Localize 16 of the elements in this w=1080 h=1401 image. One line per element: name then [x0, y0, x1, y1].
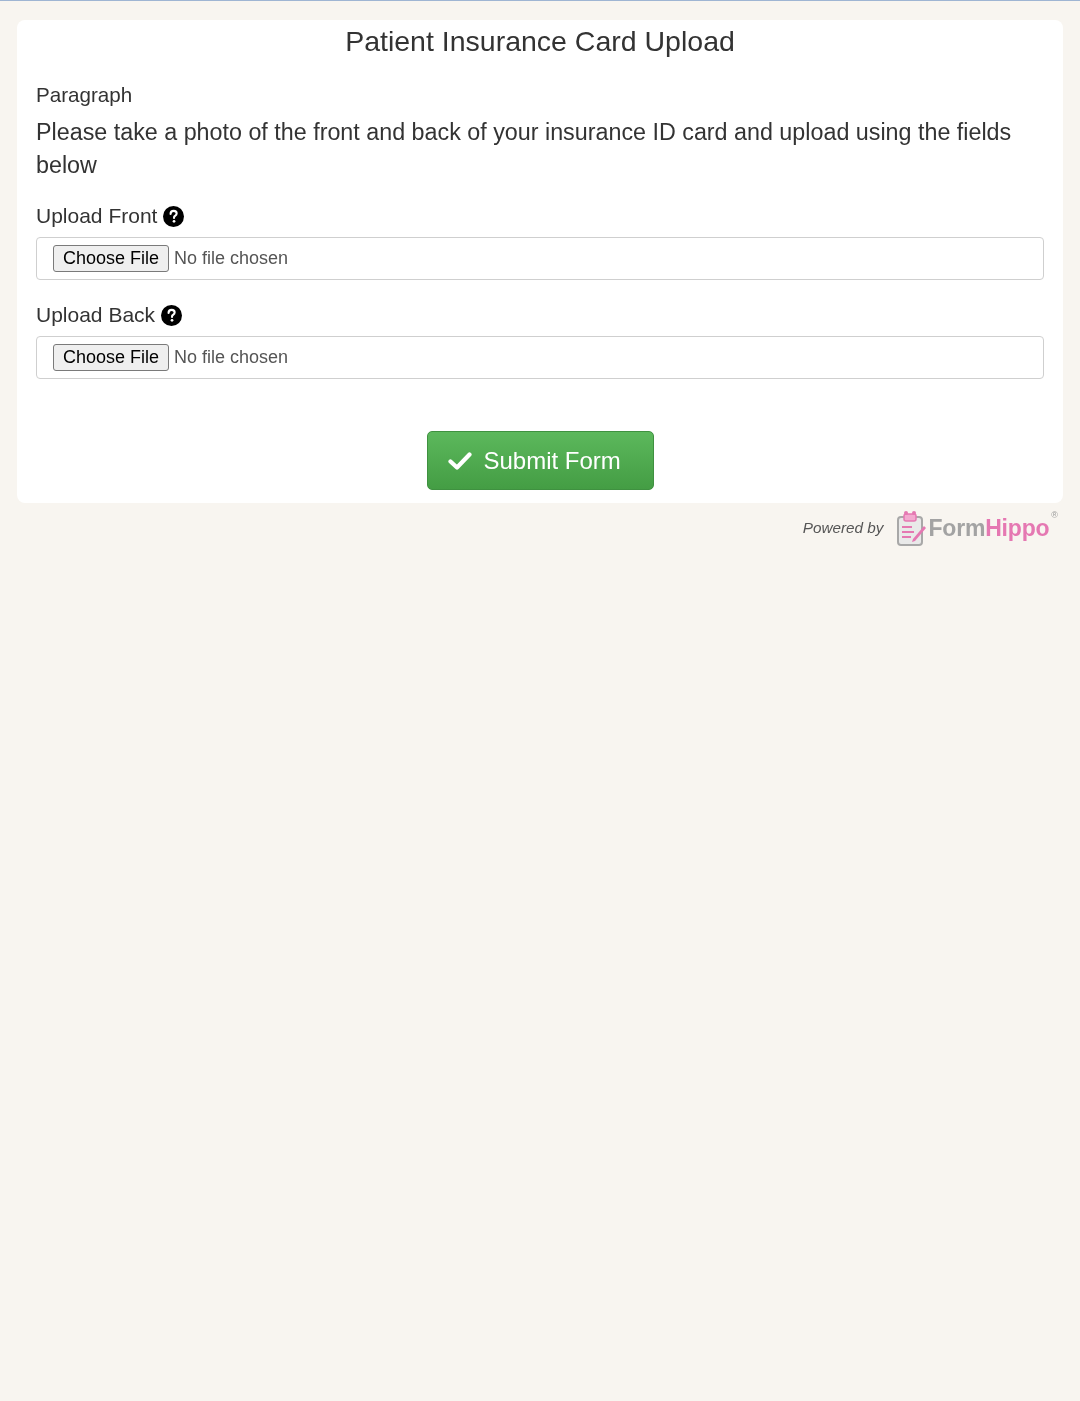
clipboard-icon [895, 510, 926, 546]
field-label: Upload Front [36, 204, 158, 228]
logo-text: FormHippo [928, 513, 1050, 543]
powered-by-text: Powered by [802, 517, 884, 538]
choose-file-button[interactable]: Choose File [53, 344, 170, 371]
file-upload-field[interactable]: Choose File No file chosen [36, 237, 1044, 280]
paragraph-label: Paragraph [36, 83, 134, 107]
file-status-text: No file chosen [174, 346, 289, 369]
instruction-text: Please take a photo of the front and back of your insurance ID card and upload using the fields below [36, 118, 1013, 180]
file-upload-field[interactable]: Choose File No file chosen [36, 336, 1044, 379]
form-title: Patient Insurance Card Upload [344, 24, 736, 58]
field-label: Upload Back [36, 303, 156, 327]
file-status-text: No file chosen [174, 247, 289, 270]
check-icon [447, 450, 472, 471]
choose-file-button[interactable]: Choose File [53, 245, 170, 272]
registered-mark: ® [1051, 510, 1058, 520]
